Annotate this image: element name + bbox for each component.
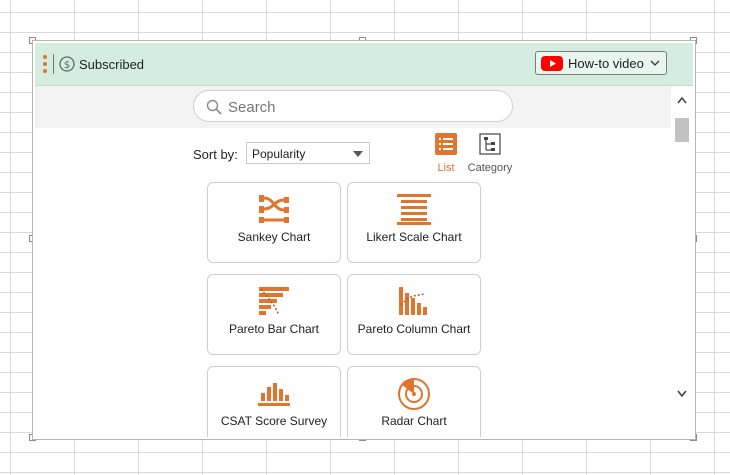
chart-card-radar[interactable]: Radar Chart xyxy=(347,366,481,437)
sort-dropdown[interactable]: Popularity xyxy=(246,142,370,164)
more-options-icon[interactable] xyxy=(43,55,47,73)
chart-gallery: Sort by: Popularity List xyxy=(35,86,671,437)
howto-video-label: How-to video xyxy=(568,56,644,71)
sort-label: Sort by: xyxy=(193,147,238,162)
scroll-up-icon[interactable] xyxy=(677,96,687,104)
chart-card-sankey[interactable]: Sankey Chart xyxy=(207,182,341,263)
radar-icon xyxy=(398,378,430,410)
chart-card-label: Sankey Chart xyxy=(237,230,311,244)
pareto-column-icon xyxy=(399,287,427,315)
svg-text:$: $ xyxy=(64,60,70,71)
chart-card-label: Likert Scale Chart xyxy=(366,230,462,244)
search-icon xyxy=(206,99,222,115)
chart-card-label: Pareto Bar Chart xyxy=(228,322,320,336)
view-category-button[interactable]: Category xyxy=(465,133,515,174)
chevron-down-icon xyxy=(650,60,660,66)
subscription-status: Subscribed xyxy=(79,57,145,72)
chart-card-label: Radar Chart xyxy=(381,414,447,428)
sankey-icon xyxy=(259,195,289,223)
view-category-label: Category xyxy=(467,162,513,174)
vertical-scrollbar[interactable] xyxy=(673,86,691,408)
chart-card-label: CSAT Score Survey xyxy=(220,414,328,428)
header-divider xyxy=(53,54,54,74)
scroll-down-icon[interactable] xyxy=(677,390,687,398)
list-view-icon xyxy=(435,133,457,155)
dropdown-arrow-icon xyxy=(353,151,363,157)
category-tree-icon xyxy=(479,133,501,155)
chart-card-likert[interactable]: Likert Scale Chart xyxy=(347,182,481,263)
search-input[interactable] xyxy=(226,94,500,120)
view-list-label: List xyxy=(437,162,455,174)
view-list-button[interactable]: List xyxy=(421,133,471,174)
scrollbar-thumb[interactable] xyxy=(675,118,689,142)
howto-video-button[interactable]: How-to video xyxy=(535,51,667,75)
likert-icon xyxy=(397,194,431,225)
sort-selected-value: Popularity xyxy=(252,147,306,161)
search-box[interactable] xyxy=(193,90,513,122)
chart-card-pareto-column[interactable]: Pareto Column Chart xyxy=(347,274,481,355)
dollar-circle-icon: $ xyxy=(59,56,75,72)
chart-card-pareto-bar[interactable]: Pareto Bar Chart xyxy=(207,274,341,355)
chart-card-label: Pareto Column Chart xyxy=(357,322,471,336)
panel-header: $ Subscribed How-to video xyxy=(35,43,693,86)
chart-card-csat[interactable]: CSAT Score Survey xyxy=(207,366,341,437)
search-band xyxy=(35,86,671,128)
addin-panel: $ Subscribed How-to video Sort by: xyxy=(32,40,696,440)
pareto-bar-icon xyxy=(259,287,289,316)
csat-icon xyxy=(258,383,290,406)
youtube-icon xyxy=(541,56,563,71)
